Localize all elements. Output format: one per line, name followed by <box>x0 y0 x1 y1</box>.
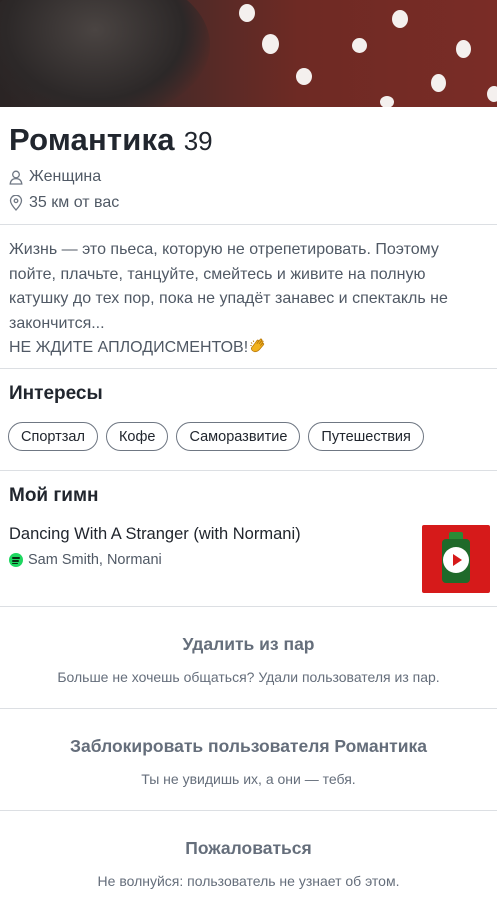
divider <box>0 368 497 369</box>
play-icon[interactable] <box>443 547 469 573</box>
album-art-play-icon[interactable] <box>422 525 490 593</box>
person-icon <box>9 170 23 185</box>
spotify-icon <box>9 553 23 567</box>
divider <box>0 606 497 607</box>
interests-title: Интересы <box>9 383 103 404</box>
profile-bio: Жизнь — это пьеса, которую не отрепетиро… <box>9 238 479 361</box>
divider <box>0 810 497 811</box>
interest-chip: Путешествия <box>308 422 424 451</box>
photo-dot <box>487 86 497 102</box>
divider <box>0 224 497 225</box>
distance-row: 35 км от вас <box>9 194 119 212</box>
photo-dot <box>239 4 255 22</box>
gender-row: Женщина <box>9 168 101 186</box>
bio-text: НЕ ЖДИТЕ АПЛОДИСМЕНТОВ! <box>9 339 249 357</box>
song-artist-row: Sam Smith, Normani <box>9 552 162 568</box>
unmatch-button[interactable]: Удалить из пар Больше не хочешь общаться… <box>0 634 497 685</box>
block-title: Заблокировать пользователя Романтика <box>70 736 427 756</box>
location-pin-icon <box>9 195 23 211</box>
unmatch-title: Удалить из пар <box>182 634 315 654</box>
interest-chip: Спортзал <box>8 422 98 451</box>
report-subtitle: Не волнуйся: пользователь не узнает об э… <box>97 873 400 889</box>
report-title: Пожаловаться <box>185 838 312 858</box>
photo-dot <box>380 96 394 107</box>
block-button[interactable]: Заблокировать пользователя Романтика Ты … <box>0 736 497 787</box>
clapping-hands-icon <box>250 338 265 353</box>
interest-chip: Кофе <box>105 422 169 451</box>
block-subtitle: Ты не увидишь их, а они — тебя. <box>141 771 356 787</box>
divider <box>0 708 497 709</box>
interests-list: Спортзал Кофе Саморазвитие Путешествия <box>8 422 424 451</box>
bio-footer-line: НЕ ЖДИТЕ АПЛОДИСМЕНТОВ! <box>9 336 479 361</box>
profile-photo[interactable] <box>0 0 497 107</box>
report-button[interactable]: Пожаловаться Не волнуйся: пользователь н… <box>0 838 497 889</box>
profile-age: 39 <box>183 126 213 156</box>
song-artists: Sam Smith, Normani <box>28 552 162 568</box>
bio-text: Жизнь — это пьеса, которую не отрепетиро… <box>9 241 448 332</box>
distance-text: 35 км от вас <box>29 194 120 211</box>
photo-hair-region <box>0 0 210 107</box>
divider <box>0 470 497 471</box>
interest-chip: Саморазвитие <box>176 422 301 451</box>
profile-header: Романтика 39 <box>9 122 213 158</box>
photo-dot <box>456 40 471 58</box>
photo-dot <box>431 74 446 92</box>
photo-dot <box>392 10 408 28</box>
anthem-title: Мой гимн <box>9 485 99 506</box>
photo-dot <box>262 34 279 54</box>
song-title: Dancing With A Stranger (with Normani) <box>9 525 301 543</box>
profile-name: Романтика <box>9 122 175 157</box>
photo-dot <box>296 68 312 85</box>
photo-dot <box>352 38 367 53</box>
unmatch-subtitle: Больше не хочешь общаться? Удали пользов… <box>57 669 440 685</box>
gender-text: Женщина <box>29 168 102 185</box>
